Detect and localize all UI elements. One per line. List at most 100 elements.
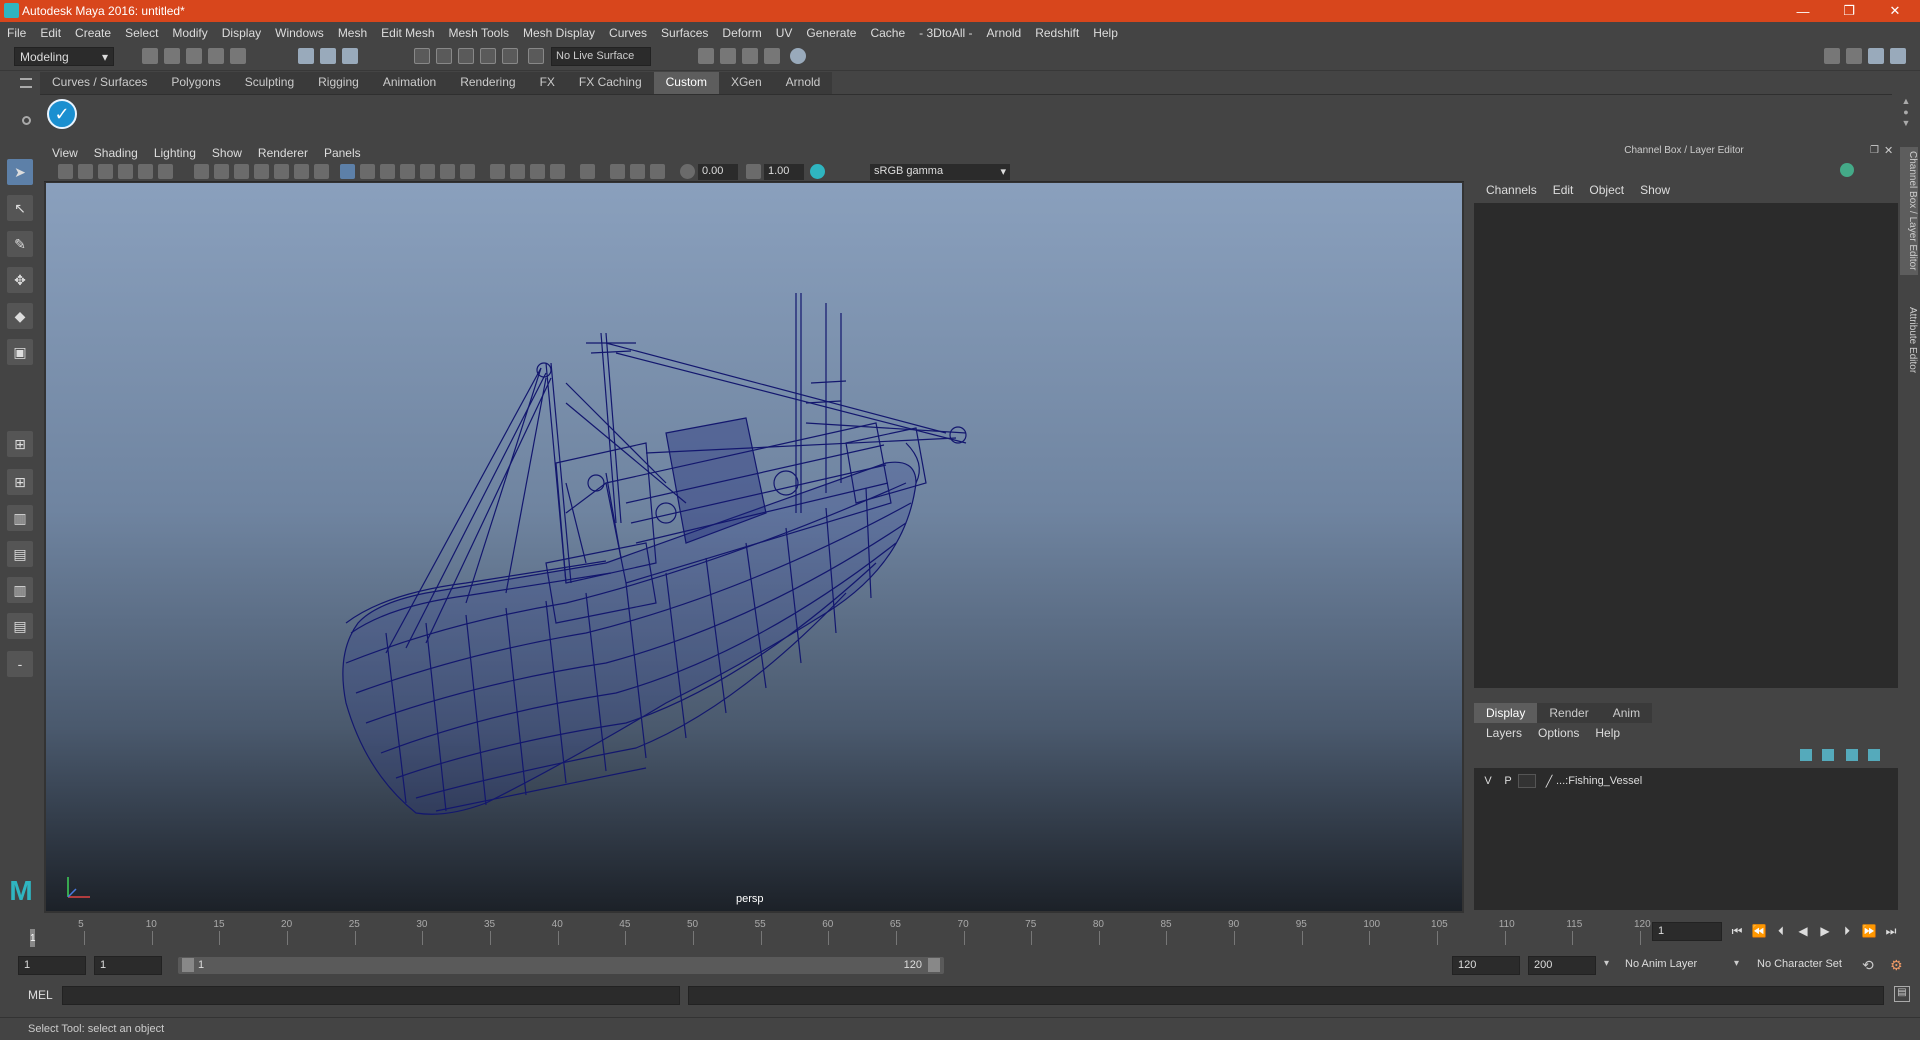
render-current-frame-icon[interactable]	[720, 48, 736, 64]
xray-components-icon[interactable]	[650, 164, 665, 179]
outliner-layout-icon[interactable]: ▤	[7, 541, 33, 567]
bookmark-icon[interactable]	[98, 164, 113, 179]
scale-tool-icon[interactable]: ▣	[7, 339, 33, 365]
playback-start-field[interactable]: 1	[94, 956, 162, 975]
range-end-handle[interactable]	[928, 958, 940, 972]
vp-menu-lighting[interactable]: Lighting	[146, 146, 204, 160]
single-perspective-layout-icon[interactable]: ⊞	[7, 431, 33, 457]
move-tool-icon[interactable]: ✥	[7, 267, 33, 293]
shelf-settings-icon[interactable]	[22, 116, 31, 125]
move-layer-up-icon[interactable]	[1800, 749, 1812, 761]
script-editor-icon[interactable]: ▤	[1894, 986, 1910, 1002]
character-set-field[interactable]: No Character Set	[1752, 956, 1872, 975]
range-slider[interactable]: 1 120	[178, 957, 944, 974]
new-scene-icon[interactable]	[142, 48, 158, 64]
select-object-icon[interactable]	[320, 48, 336, 64]
playback-end-field[interactable]: 120	[1452, 956, 1520, 975]
select-tool-icon[interactable]: ➤	[7, 159, 33, 185]
film-gate-icon[interactable]	[214, 164, 229, 179]
shelf-tab-polygons[interactable]: Polygons	[159, 72, 233, 94]
menu-edit[interactable]: Edit	[33, 26, 68, 40]
xray-icon[interactable]	[610, 164, 625, 179]
2d-pan-zoom-icon[interactable]	[138, 164, 153, 179]
go-to-start-icon[interactable]: ⏮	[1730, 924, 1744, 938]
layer-color-swatch[interactable]	[1518, 774, 1536, 788]
two-pane-layout-icon[interactable]: ▥	[7, 505, 33, 531]
live-surface-field[interactable]: No Live Surface	[551, 47, 651, 66]
time-slider[interactable]: 1 5 10 15 20 25 30 35 40 45 50 55 60 65 70 75 80 85 90 95 1…	[30, 915, 1651, 947]
cb-menu-edit[interactable]: Edit	[1545, 183, 1582, 197]
axis-orient-icon[interactable]	[1840, 163, 1854, 177]
shadows-icon[interactable]	[460, 164, 475, 179]
gate-mask-icon[interactable]	[254, 164, 269, 179]
shelf-tab-xgen[interactable]: XGen	[718, 72, 774, 94]
play-forwards-icon[interactable]: ▶	[1818, 924, 1832, 938]
menu-mesh-tools[interactable]: Mesh Tools	[442, 26, 516, 40]
play-backwards-icon[interactable]: ◀	[1796, 924, 1810, 938]
step-forward-key-icon[interactable]: ⏵	[1840, 924, 1854, 938]
shelf-tab-fx-caching[interactable]: FX Caching	[566, 72, 654, 94]
depth-of-field-icon[interactable]	[550, 164, 565, 179]
menu-mesh[interactable]: Mesh	[331, 26, 374, 40]
toggle-attribute-editor-icon[interactable]	[1890, 48, 1906, 64]
safe-title-icon[interactable]	[314, 164, 329, 179]
image-plane-icon[interactable]	[118, 164, 133, 179]
render-settings-icon[interactable]	[764, 48, 780, 64]
select-hierarchy-icon[interactable]	[298, 48, 314, 64]
snap-view-plane-icon[interactable]	[480, 48, 496, 64]
redo-icon[interactable]	[230, 48, 246, 64]
layer-visibility-toggle[interactable]: V	[1478, 775, 1498, 787]
paint-select-tool-icon[interactable]: ✎	[7, 231, 33, 257]
snap-point-icon[interactable]	[458, 48, 474, 64]
vp-menu-show[interactable]: Show	[204, 146, 250, 160]
close-panel-icon[interactable]: ✕	[1884, 144, 1893, 157]
menu-curves[interactable]: Curves	[602, 26, 654, 40]
shelf-tab-rigging[interactable]: Rigging	[306, 72, 371, 94]
menu-cache[interactable]: Cache	[863, 26, 912, 40]
shelf-scroll-icon[interactable]: ▲ ● ▼	[1900, 96, 1912, 132]
grease-pencil-icon[interactable]	[158, 164, 173, 179]
motion-blur-icon[interactable]	[510, 164, 525, 179]
cb-menu-channels[interactable]: Channels	[1478, 183, 1545, 197]
side-tab-channel-box[interactable]: Channel Box / Layer Editor	[1900, 147, 1918, 275]
anim-layer-field[interactable]: No Anim Layer	[1620, 956, 1738, 975]
layer-playback-toggle[interactable]: P	[1498, 775, 1518, 787]
vp-menu-view[interactable]: View	[44, 146, 86, 160]
use-all-lights-icon[interactable]	[440, 164, 455, 179]
restore-button[interactable]: ❐	[1826, 0, 1872, 22]
range-start-handle[interactable]	[182, 958, 194, 972]
camera-attributes-icon[interactable]	[78, 164, 93, 179]
cb-menu-show[interactable]: Show	[1632, 183, 1678, 197]
vp-menu-renderer[interactable]: Renderer	[250, 146, 316, 160]
color-management-icon[interactable]	[810, 164, 825, 179]
open-scene-icon[interactable]	[164, 48, 180, 64]
close-button[interactable]: ✕	[1872, 0, 1918, 22]
smooth-shade-icon[interactable]	[360, 164, 375, 179]
layer-row[interactable]: V P ╱ ...:Fishing_Vessel	[1478, 772, 1888, 790]
default-material-icon[interactable]	[380, 164, 395, 179]
graph-editor-layout-icon[interactable]: ▥	[7, 577, 33, 603]
shelf-tab-curves-surfaces[interactable]: Curves / Surfaces	[40, 72, 160, 94]
menu-generate[interactable]: Generate	[799, 26, 863, 40]
menu-3dtoall[interactable]: - 3DtoAll -	[912, 26, 979, 40]
menu-help[interactable]: Help	[1086, 26, 1125, 40]
grid-icon[interactable]	[194, 164, 209, 179]
rotate-tool-icon[interactable]: ◆	[7, 303, 33, 329]
layer-menu-layers[interactable]: Layers	[1478, 726, 1530, 740]
animation-start-field[interactable]: 1	[18, 956, 86, 975]
field-chart-icon[interactable]	[274, 164, 289, 179]
go-to-end-icon[interactable]: ⏭	[1884, 924, 1898, 938]
shelf-tab-fx[interactable]: FX	[527, 72, 567, 94]
menu-arnold[interactable]: Arnold	[980, 26, 1029, 40]
snap-live-icon[interactable]	[502, 48, 518, 64]
toggle-channel-box-icon[interactable]	[1868, 48, 1884, 64]
vp-menu-panels[interactable]: Panels	[316, 146, 369, 160]
gamma-icon[interactable]	[746, 164, 761, 179]
make-live-icon[interactable]	[528, 48, 544, 64]
screen-space-ao-icon[interactable]	[490, 164, 505, 179]
menu-redshift[interactable]: Redshift	[1028, 26, 1086, 40]
layer-name[interactable]: ...:Fishing_Vessel	[1556, 775, 1642, 787]
ipr-render-icon[interactable]	[742, 48, 758, 64]
shelf-tab-arnold[interactable]: Arnold	[773, 72, 833, 94]
layer-menu-options[interactable]: Options	[1530, 726, 1587, 740]
